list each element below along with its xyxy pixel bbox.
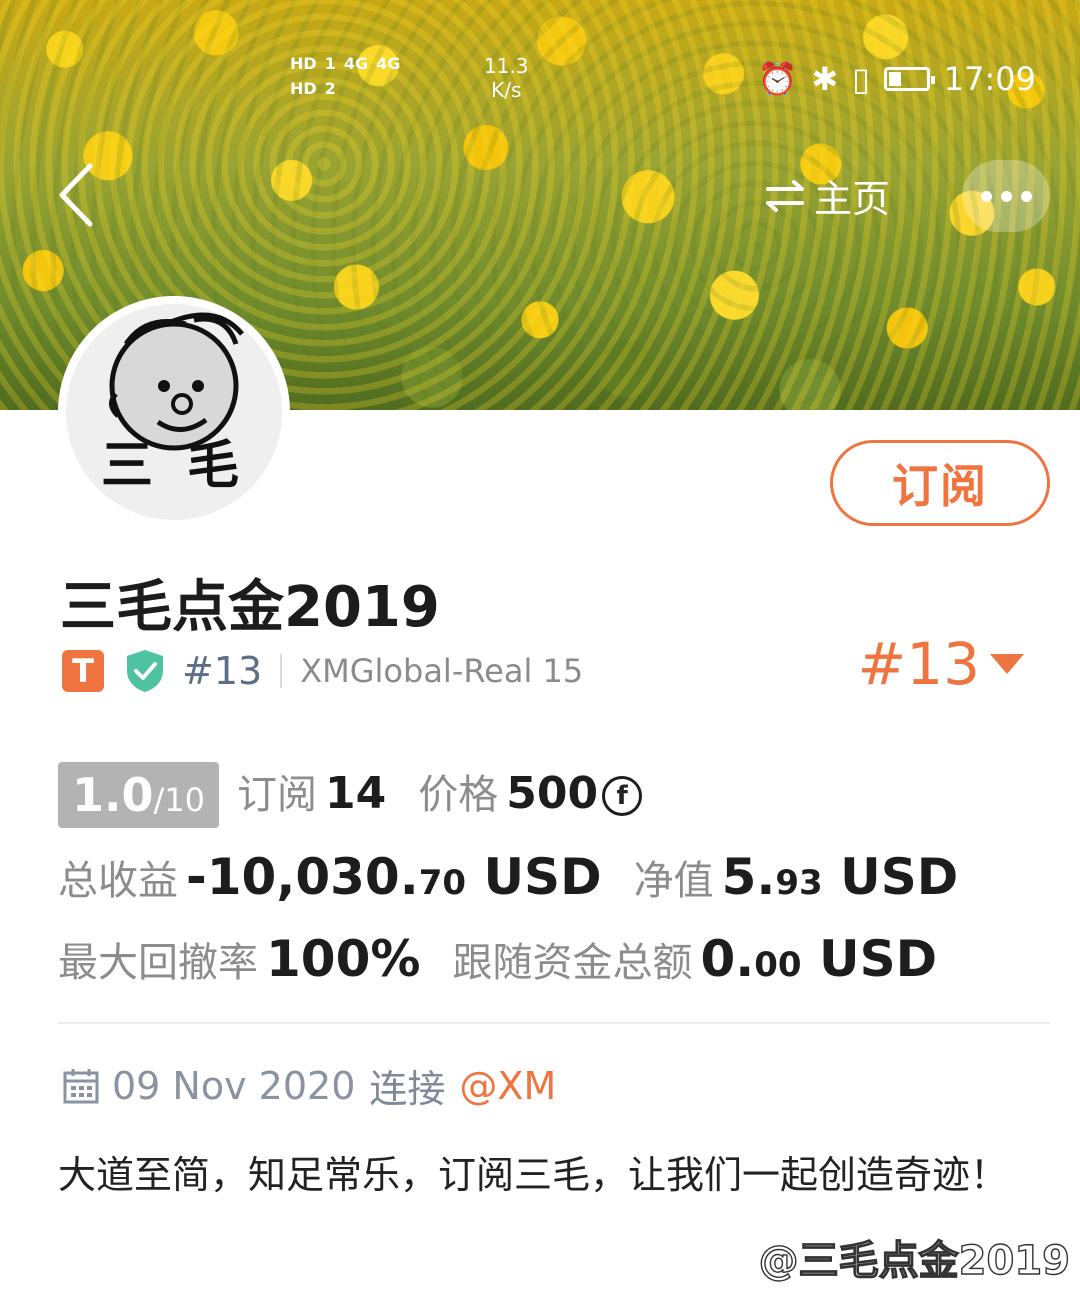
watermark: @三毛点金2019 <box>758 1237 1071 1284</box>
calendar-icon <box>63 1068 99 1103</box>
trader-badge: T <box>62 650 104 692</box>
score-main: 1.0 <box>72 768 154 822</box>
price-value: 500 <box>506 768 599 819</box>
broker-link[interactable]: @XM <box>459 1064 556 1108</box>
total-profit-label: 总收益 <box>58 858 178 904</box>
section-divider <box>58 1022 1050 1024</box>
rank-value: #13 <box>857 630 980 698</box>
profile-bio: 大道至简，知足常乐，订阅三毛，让我们一起创造奇迹！ <box>58 1153 1009 1197</box>
status-right: ⏰ ✱ ▯ 17:09 <box>758 60 1036 98</box>
bluetooth-icon: ✱ <box>811 60 839 98</box>
rank-label: #13 <box>182 649 263 693</box>
drawdown-value: 100% <box>266 930 421 988</box>
network-speed: 11.3 K/s <box>484 54 529 102</box>
alarm-icon: ⏰ <box>757 60 798 98</box>
score-max: /10 <box>153 781 206 819</box>
connection-info: 09 Nov 2020 连接 @XM <box>62 1058 556 1113</box>
sim2-label: HD <box>290 79 317 98</box>
profile-meta: T #13 XMGlobal-Real 15 <box>62 646 583 696</box>
total-profit-value: -10,030.70 USD <box>186 848 602 906</box>
subscribe-button[interactable]: 订阅 <box>830 440 1050 526</box>
caret-down-icon <box>990 654 1024 674</box>
avatar-caption: 三 毛 <box>100 435 248 496</box>
subscribers-value: 14 <box>325 768 387 819</box>
signal-indicators: HD 1 4G 4G HD 2 <box>290 54 408 98</box>
speed-unit: K/s <box>491 78 522 102</box>
network1-label: 4G <box>343 54 369 73</box>
drawdown-label: 最大回撤率 <box>58 940 258 986</box>
equity-label: 净值 <box>633 858 714 904</box>
verified-shield-icon <box>127 650 163 692</box>
battery-icon <box>883 67 935 91</box>
sim1-slot: 1 <box>324 54 336 73</box>
avatar-image: 三 毛 <box>66 304 282 520</box>
sim1-label: HD <box>290 54 317 73</box>
price-label: 价格 <box>418 772 499 818</box>
connection-date: 09 Nov 2020 <box>112 1063 356 1108</box>
coin-icon: f <box>602 776 643 816</box>
home-label: 主页 <box>814 177 891 221</box>
speed-value: 11.3 <box>484 54 529 78</box>
chevron-left-icon <box>59 163 93 227</box>
follow-funds-label: 跟随资金总额 <box>452 940 693 986</box>
score-badge: 1.0 /10 <box>58 762 219 828</box>
stats-row-1: 1.0 /10 订阅 14 价格 500 f <box>58 762 643 828</box>
subscribers-label: 订阅 <box>237 772 317 818</box>
vibrate-icon: ▯ <box>852 60 870 98</box>
more-dots-icon <box>980 190 992 202</box>
clock: 17:09 <box>943 60 1036 98</box>
more-button[interactable] <box>962 160 1050 232</box>
rank-dropdown[interactable]: #13 <box>858 630 1024 698</box>
profile-name: 三毛点金2019 <box>60 575 440 640</box>
sim2-slot: 2 <box>324 79 336 98</box>
home-button[interactable]: 主页 <box>764 168 890 223</box>
status-bar: HD 1 4G 4G HD 2 11.3 K/s ⏰ ✱ ▯ 17:09 <box>0 50 1080 110</box>
server-name: XMGlobal-Real 15 <box>300 652 584 690</box>
stats-row-2: 总收益 -10,030.70 USD 净值 5.93 USD <box>58 848 958 906</box>
swap-arrows-icon <box>766 179 804 212</box>
equity-value: 5.93 USD <box>721 848 959 906</box>
divider-vertical <box>280 654 283 688</box>
follow-funds-value: 0.00 USD <box>700 930 938 988</box>
connection-word: 连接 <box>369 1067 446 1111</box>
network2-label: 4G <box>376 54 401 73</box>
avatar[interactable]: 三 毛 <box>58 296 290 528</box>
back-button[interactable] <box>52 160 112 230</box>
stats-row-3: 最大回撤率 100% 跟随资金总额 0.00 USD <box>58 930 937 988</box>
